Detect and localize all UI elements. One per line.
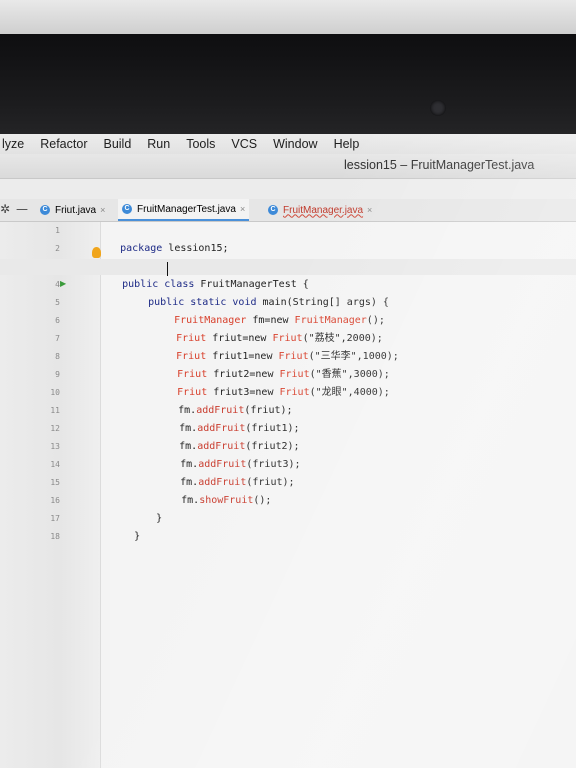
java-class-icon: C (268, 205, 278, 215)
code-line-12: fm.addFruit(friut2); (143, 420, 299, 452)
code-line-16: } (120, 492, 162, 524)
menu-vcs[interactable]: VCS (223, 137, 265, 151)
collapse-icon[interactable]: — (16, 202, 28, 216)
code-line-9: Friut friut3=new Friut("龙眼",4000); (141, 366, 390, 398)
line-number: 16 (50, 496, 60, 505)
code-line-1: package lession15; (84, 222, 228, 254)
menu-refactor[interactable]: Refactor (32, 137, 95, 151)
line-number: 8 (55, 352, 60, 361)
menu-window[interactable]: Window (265, 137, 325, 151)
tab-fruitmanager-java[interactable]: C FruitManager.java × (268, 199, 372, 221)
keyword: package (120, 243, 169, 254)
monitor-bezel (0, 34, 576, 134)
menu-run[interactable]: Run (139, 137, 178, 151)
tab-fruitmanagertest-java[interactable]: C FruitManagerTest.java × (118, 199, 250, 221)
java-class-icon: C (122, 204, 132, 214)
java-class-icon: C (40, 205, 50, 215)
code-line-15: fm.showFruit(); (145, 474, 271, 506)
tab-label: FruitManagerTest.java (137, 203, 236, 215)
code-line-17: } (98, 510, 140, 542)
close-icon[interactable]: × (367, 205, 372, 215)
tab-label: Friut.java (55, 204, 97, 216)
menu-bar: lyze Refactor Build Run Tools VCS Window… (0, 134, 576, 154)
line-number: 9 (55, 370, 60, 379)
code-line-5: FruitManager fm=new FruitManager(); (138, 294, 385, 326)
photo-background (0, 0, 576, 34)
code-text: ("龙眼",4000); (309, 387, 390, 398)
menu-tools[interactable]: Tools (178, 137, 223, 151)
line-number: 11 (50, 406, 60, 415)
code-line-8: Friut friut2=new Friut("香蕉",3000); (141, 348, 390, 380)
line-number: 12 (50, 424, 60, 433)
code-text: fm. (181, 495, 200, 506)
method-call: showFruit (199, 495, 254, 506)
closing-brace: } (134, 531, 141, 542)
line-number: 10 (50, 388, 60, 397)
code-line-3: public class FruitManagerTest { (86, 258, 309, 290)
line-number: 1 (55, 226, 60, 235)
ide-window: lyze Refactor Build Run Tools VCS Window… (0, 134, 576, 768)
run-icon[interactable]: ▶ (60, 279, 66, 288)
gear-icon[interactable]: ✲ (0, 202, 10, 216)
closing-brace: } (156, 513, 163, 524)
code-line-6: Friut friut=new Friut("荔枝",2000); (140, 312, 383, 344)
code-text: (); (253, 495, 272, 506)
code-line-4: public static void main(String[] args) { (112, 276, 389, 308)
code-line-7: Friut friut1=new Friut("三华李",1000); (140, 330, 399, 362)
code-line-13: fm.addFruit(friut3); (144, 438, 300, 470)
tab-friut-java[interactable]: C Friut.java × (40, 199, 105, 221)
window-title: lession15 – FruitManagerTest.java (344, 158, 535, 172)
menu-help[interactable]: Help (326, 137, 368, 151)
editor-tab-bar: ✲ — C Friut.java × C FruitManagerTest.ja… (0, 199, 576, 222)
code-line-10: fm.addFruit(friut); (142, 384, 292, 416)
code-line-11: fm.addFruit(friut1); (143, 402, 299, 434)
close-icon[interactable]: × (240, 204, 245, 214)
close-icon[interactable]: × (100, 205, 105, 215)
line-number: 4 (55, 280, 60, 289)
title-bar: lession15 – FruitManagerTest.java (0, 154, 576, 179)
toolbar (0, 179, 576, 199)
webcam-icon (430, 100, 446, 116)
tab-label: FruitManager.java (283, 204, 364, 216)
line-number: 17 (50, 514, 60, 523)
menu-build[interactable]: Build (95, 137, 139, 151)
line-number: 6 (55, 316, 60, 325)
menu-analyze[interactable]: lyze (0, 137, 32, 151)
code-editor[interactable]: 1 2 3▶ 4▶ 5 6 7 8 9 10 11 12 13 14 15 16… (0, 222, 576, 768)
line-number: 14 (50, 460, 60, 469)
line-number: 15 (50, 478, 60, 487)
line-number: 13 (50, 442, 60, 451)
package-name: lession15; (168, 243, 229, 254)
line-number: 5 (55, 298, 60, 307)
code-line-14: fm.addFruit(friut); (144, 456, 294, 488)
line-number: 18 (50, 532, 60, 541)
line-number: 7 (55, 334, 60, 343)
line-number: 2 (55, 244, 60, 253)
